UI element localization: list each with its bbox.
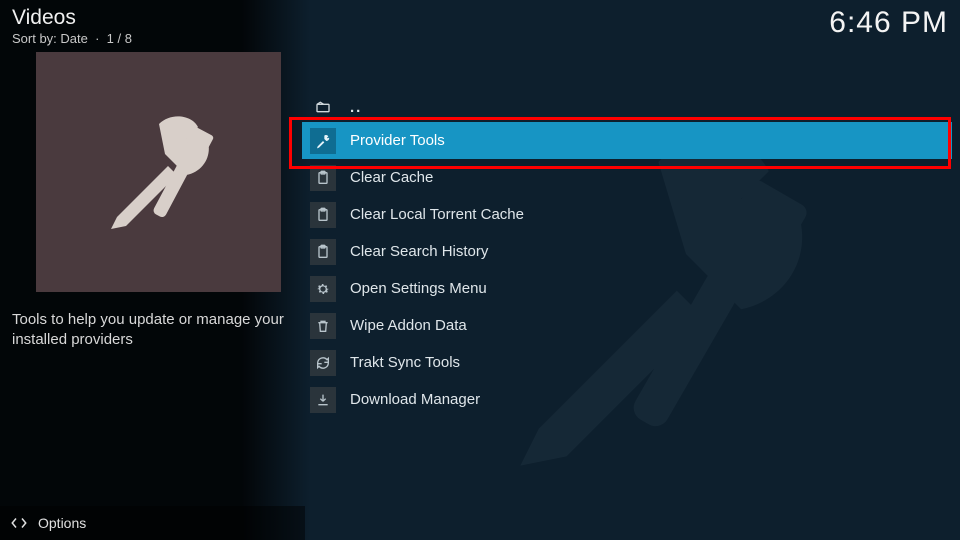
item-description: Tools to help you update or manage your … [12, 310, 302, 351]
clipboard-icon [310, 202, 336, 228]
parent-dir[interactable]: .. [302, 92, 952, 122]
clipboard-icon [310, 239, 336, 265]
folder-up-icon [310, 94, 336, 120]
item-thumbnail [36, 52, 281, 292]
menu-item-clear-cache[interactable]: Clear Cache [302, 159, 952, 196]
tools-icon [84, 97, 234, 247]
menu-item-trakt-sync[interactable]: Trakt Sync Tools [302, 344, 952, 381]
sort-info: Sort by: Date · 1 / 8 [12, 31, 132, 46]
menu-item-download-manager[interactable]: Download Manager [302, 381, 952, 418]
tools-icon [310, 128, 336, 154]
clipboard-icon [310, 165, 336, 191]
gear-icon [310, 276, 336, 302]
menu-item-wipe-addon-data[interactable]: Wipe Addon Data [302, 307, 952, 344]
header: Videos Sort by: Date · 1 / 8 6:46 PM [12, 6, 948, 46]
options-label: Options [38, 515, 86, 531]
menu-item-provider-tools[interactable]: Provider Tools [302, 122, 952, 159]
menu-list: .. Provider Tools Clear Cache Clear Loca… [302, 92, 952, 418]
page-title: Videos [12, 6, 132, 30]
clock: 6:46 PM [829, 6, 948, 46]
download-icon [310, 387, 336, 413]
trash-icon [310, 313, 336, 339]
sidebar: Tools to help you update or manage your … [12, 52, 302, 351]
menu-item-clear-search-history[interactable]: Clear Search History [302, 233, 952, 270]
sync-icon [310, 350, 336, 376]
options-icon [10, 514, 28, 532]
options-footer[interactable]: Options [0, 506, 305, 540]
menu-item-clear-local-torrent-cache[interactable]: Clear Local Torrent Cache [302, 196, 952, 233]
menu-item-open-settings[interactable]: Open Settings Menu [302, 270, 952, 307]
